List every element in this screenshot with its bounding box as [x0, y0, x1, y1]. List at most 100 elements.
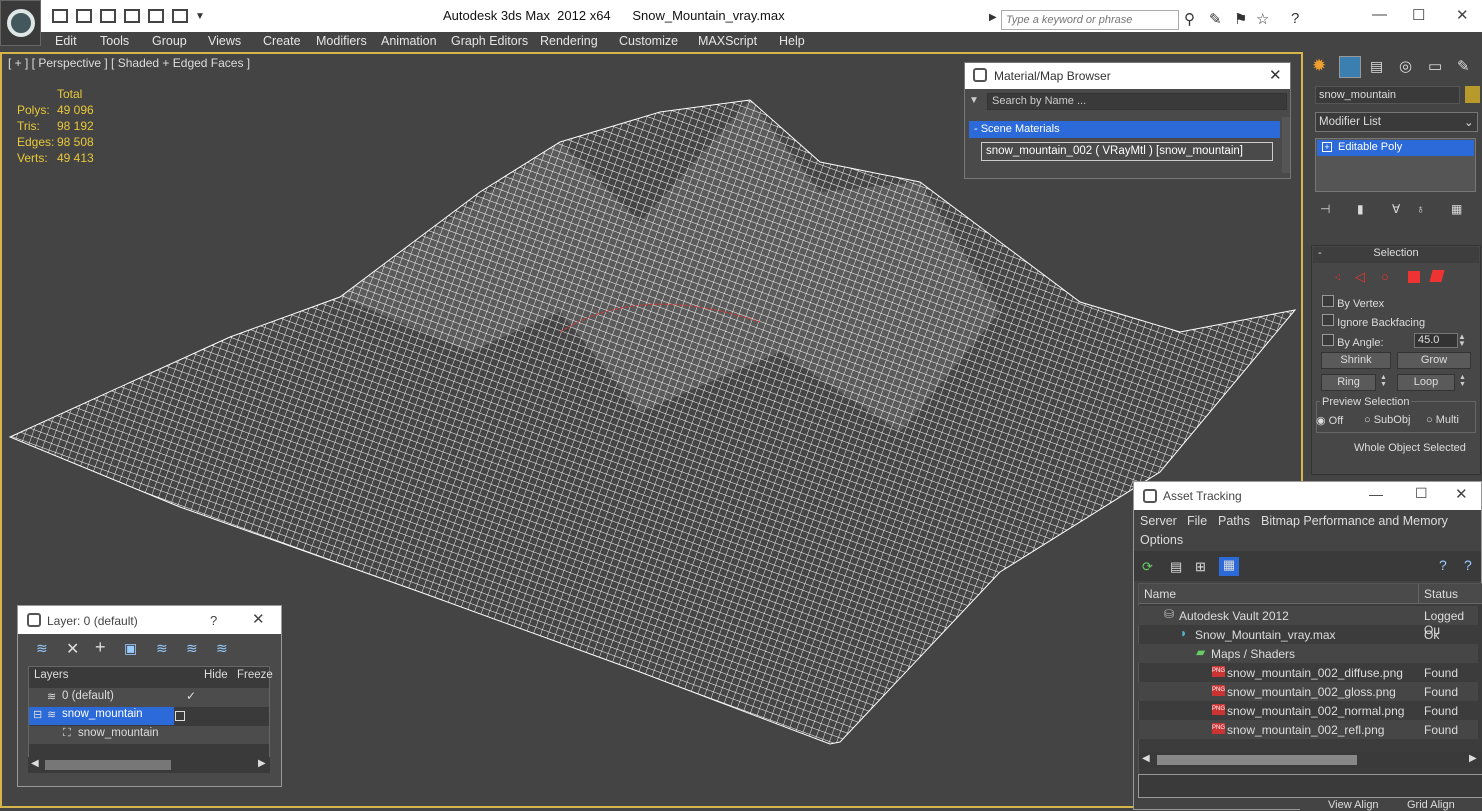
options-dropdown-icon[interactable]: ▼ — [969, 95, 979, 106]
menu-create[interactable]: Create — [263, 34, 301, 48]
column-divider[interactable] — [1418, 584, 1419, 604]
make-unique-icon[interactable]: ∀ — [1392, 202, 1400, 216]
preview-multi-radio[interactable]: ○ Multi — [1426, 414, 1459, 426]
col-layers[interactable]: Layers — [34, 669, 69, 681]
asset-row[interactable]: PNG snow_mountain_002_normal.png Found — [1138, 701, 1478, 720]
menu-edit[interactable]: Edit — [55, 34, 77, 48]
preview-off-radio[interactable]: ◉ Off — [1316, 414, 1343, 427]
modifier-list-dropdown[interactable]: Modifier List ⌄ — [1315, 112, 1478, 132]
current-layer-checkbox[interactable] — [175, 711, 185, 721]
col-freeze[interactable]: Freeze — [237, 669, 273, 681]
create-layer-icon[interactable]: ≋ — [36, 640, 48, 657]
binoculars-icon[interactable]: ⚲ — [1184, 10, 1195, 28]
col-name[interactable]: Name — [1144, 587, 1176, 601]
border-mode-icon[interactable]: ○ — [1381, 269, 1389, 284]
motion-tab-icon[interactable]: ◎ — [1399, 57, 1412, 75]
by-angle-checkbox[interactable]: By Angle: — [1322, 334, 1384, 349]
maximize-button[interactable]: ☐ — [1412, 6, 1425, 24]
menu-animation[interactable]: Animation — [381, 34, 437, 48]
close-icon[interactable]: ✕ — [252, 610, 265, 628]
menu-file[interactable]: File — [1187, 514, 1207, 528]
layer-row[interactable]: ⛶ snow_mountain — [29, 726, 269, 744]
search-input[interactable] — [1001, 10, 1179, 30]
grow-button[interactable]: Grow — [1397, 352, 1471, 369]
scene-materials-rollout[interactable]: - Scene Materials — [969, 121, 1280, 138]
search-expand-icon[interactable]: ▶ — [989, 12, 997, 23]
highlight-layer-icon[interactable]: ≋ — [156, 640, 168, 657]
shrink-button[interactable]: Shrink — [1321, 352, 1391, 369]
object-name-field[interactable]: snow_mountain — [1315, 86, 1460, 104]
viewport-label[interactable]: [ + ] [ Perspective ] [ Shaded + Edged F… — [8, 56, 250, 70]
object-color-swatch[interactable] — [1465, 86, 1480, 103]
refresh-icon[interactable]: ⟳ — [1142, 559, 1153, 575]
asset-row[interactable]: PNG snow_mountain_002_diffuse.png Found — [1138, 663, 1478, 682]
layer-row[interactable]: ⊟ ≋ snow_mountain — [29, 707, 174, 725]
list-view-icon[interactable]: ▤ — [1170, 559, 1182, 575]
asset-row[interactable]: PNG snow_mountain_002_gloss.png Found — [1138, 682, 1478, 701]
qa-dropdown-icon[interactable]: ▼ — [195, 11, 205, 22]
freeze-all-icon[interactable]: ≋ — [216, 640, 228, 657]
loop-spinner-icon[interactable]: ▲ ▼ — [1459, 374, 1466, 388]
asset-row[interactable]: ▰ Maps / Shaders — [1138, 644, 1478, 663]
material-browser-titlebar[interactable]: Material/Map Browser ✕ — [965, 63, 1290, 89]
menu-tools[interactable]: Tools — [100, 34, 129, 48]
menu-modifiers[interactable]: Modifiers — [316, 34, 367, 48]
help-icon[interactable]: ? — [1291, 10, 1299, 27]
asset-path-field[interactable] — [1138, 774, 1482, 798]
horizontal-scrollbar[interactable]: ◀ ▶ — [1139, 752, 1482, 768]
ring-spinner-icon[interactable]: ▲ ▼ — [1380, 374, 1387, 388]
asset-row[interactable]: PNG snow_mountain_002_refl.png Found — [1138, 720, 1478, 739]
edge-mode-icon[interactable]: ◁ — [1355, 269, 1365, 285]
menu-rendering[interactable]: Rendering — [540, 34, 598, 48]
menu-views[interactable]: Views — [208, 34, 241, 48]
select-objects-icon[interactable]: ▣ — [124, 640, 137, 657]
pin-stack-icon[interactable]: ⊣ — [1320, 202, 1330, 216]
material-search-input[interactable]: Search by Name ... — [987, 93, 1287, 110]
hierarchy-tab-icon[interactable]: ▤ — [1370, 58, 1383, 75]
loop-button[interactable]: Loop — [1397, 374, 1455, 391]
communication-icon[interactable]: ⚑ — [1234, 10, 1247, 28]
table-view-icon[interactable]: ▦ — [1219, 557, 1239, 576]
show-end-result-icon[interactable]: ▮ — [1357, 202, 1364, 216]
col-status[interactable]: Status — [1424, 587, 1458, 601]
collapse-icon[interactable]: ⊟ — [33, 708, 42, 721]
minimize-button[interactable]: — — [1372, 6, 1387, 23]
menu-help[interactable]: Help — [779, 34, 805, 48]
scrollbar[interactable] — [1282, 117, 1290, 173]
horizontal-scrollbar[interactable]: ◀ ▶ — [28, 757, 270, 773]
delete-layer-icon[interactable]: ✕ — [66, 639, 79, 659]
menu-graph-editors[interactable]: Graph Editors — [451, 34, 528, 48]
selection-rollout-header[interactable]: - Selection — [1313, 247, 1479, 263]
tree-view-icon[interactable]: ⊞ — [1195, 559, 1206, 575]
grid-align-button[interactable]: Grid Align — [1407, 799, 1455, 811]
help-button[interactable]: ? — [210, 613, 217, 628]
close-icon[interactable]: ✕ — [1455, 485, 1468, 503]
menu-maxscript[interactable]: MAXScript — [698, 34, 757, 48]
modify-tab-icon[interactable] — [1339, 56, 1361, 78]
open-icon[interactable] — [52, 9, 68, 23]
hide-all-icon[interactable]: ≋ — [186, 640, 198, 657]
menu-server[interactable]: Server — [1140, 514, 1177, 528]
maximize-button[interactable]: ☐ — [1415, 485, 1428, 502]
preview-subobj-radio[interactable]: ○ SubObj — [1364, 414, 1410, 426]
stack-item-editable-poly[interactable]: + Editable Poly — [1317, 140, 1474, 156]
undo-icon[interactable] — [148, 9, 164, 23]
material-item[interactable]: snow_mountain_002 ( VRayMtl ) [snow_moun… — [981, 142, 1273, 161]
layer-row[interactable]: ≋ 0 (default) ✓ — [29, 688, 269, 707]
spinner-arrows-icon[interactable]: ▲ ▼ — [1458, 333, 1466, 348]
redo-icon[interactable] — [172, 9, 188, 23]
favorites-icon[interactable]: ☆ — [1256, 10, 1269, 28]
new-icon[interactable] — [100, 9, 116, 23]
menu-customize[interactable]: Customize — [619, 34, 678, 48]
close-icon[interactable]: ✕ — [1269, 66, 1282, 84]
display-tab-icon[interactable]: ▭ — [1428, 57, 1442, 75]
asset-row[interactable]: ◗ Snow_Mountain_vray.max Ok — [1138, 625, 1478, 644]
configure-sets-icon[interactable]: ▦ — [1451, 202, 1462, 216]
app-logo-button[interactable] — [0, 0, 41, 46]
remove-modifier-icon[interactable]: ♁ — [1416, 202, 1425, 216]
ignore-backfacing-checkbox[interactable]: Ignore Backfacing — [1322, 314, 1425, 329]
save-icon[interactable] — [76, 9, 92, 23]
add-to-layer-icon[interactable]: + — [95, 637, 106, 658]
polygon-mode-icon[interactable] — [1408, 271, 1420, 283]
asset-row[interactable]: ⛁ Autodesk Vault 2012 Logged Ou — [1138, 606, 1478, 637]
